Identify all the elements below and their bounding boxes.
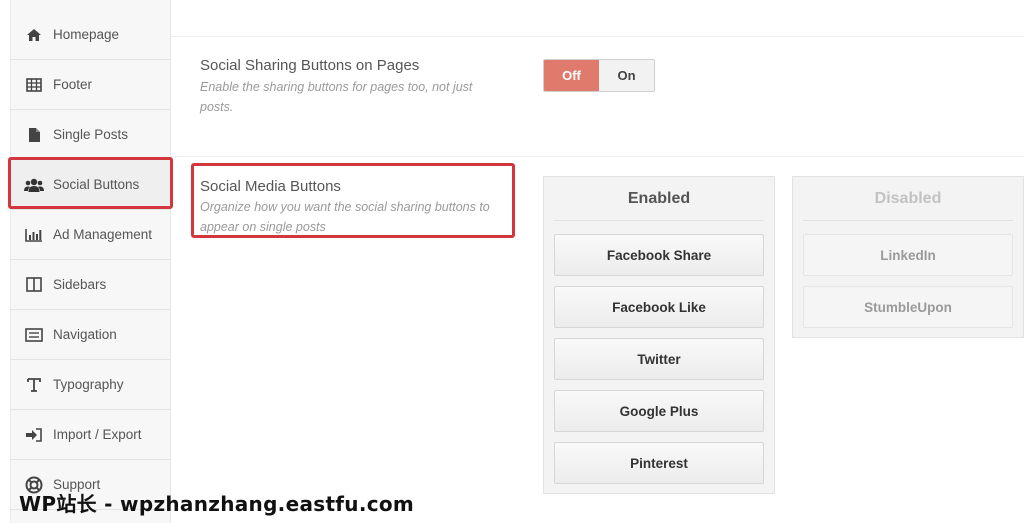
divider xyxy=(171,156,1024,157)
sharing-pages-description: Enable the sharing buttons for pages too… xyxy=(200,80,473,114)
sidebar-item-ad-management[interactable]: Ad Management xyxy=(11,210,171,260)
sidebar-item-label: Ad Management xyxy=(53,227,153,242)
toggle-off-option[interactable]: Off xyxy=(544,60,599,91)
settings-main: Social Sharing Buttons on Pages Enable t… xyxy=(171,0,1024,523)
social-button-linkedin[interactable]: LinkedIn xyxy=(803,234,1013,276)
sign-in-icon xyxy=(24,425,44,445)
table-icon xyxy=(24,75,44,95)
home-icon xyxy=(24,25,44,45)
sidebar-item-label: Typography xyxy=(53,377,124,392)
sharing-pages-toggle[interactable]: Off On xyxy=(543,59,655,92)
sidebar-item-typography[interactable]: Typography xyxy=(11,360,171,410)
sidebar-item-single-posts[interactable]: Single Posts xyxy=(11,110,171,160)
sidebar-item-social-buttons[interactable]: Social Buttons xyxy=(11,160,171,210)
sidebar-item-label: Single Posts xyxy=(53,127,129,142)
sidebar-item-label: Navigation xyxy=(53,327,117,342)
enabled-heading: Enabled xyxy=(554,177,764,221)
text-icon xyxy=(24,375,44,395)
social-button-pinterest[interactable]: Pinterest xyxy=(554,442,764,484)
sidebar-item-footer[interactable]: Footer xyxy=(11,60,171,110)
sidebar-item-label: Footer xyxy=(53,77,93,92)
list-icon xyxy=(24,325,44,345)
sidebar-item-sidebars[interactable]: Sidebars xyxy=(11,260,171,310)
watermark-text: WP站长 - wpzhanzhang.eastfu.com xyxy=(19,492,415,516)
disabled-buttons-panel: Disabled LinkedIn StumbleUpon xyxy=(792,176,1024,338)
sidebar-item-label: Homepage xyxy=(53,27,120,42)
users-icon xyxy=(24,175,44,195)
sharing-pages-title: Social Sharing Buttons on Pages xyxy=(200,57,420,74)
media-buttons-title: Social Media Buttons xyxy=(200,178,341,195)
sidebar-item-label: Social Buttons xyxy=(53,177,140,192)
social-button-google-plus[interactable]: Google Plus xyxy=(554,390,764,432)
disabled-heading: Disabled xyxy=(803,177,1013,221)
bar-chart-icon xyxy=(24,225,44,245)
divider xyxy=(171,36,1024,37)
sidebar-item-navigation[interactable]: Navigation xyxy=(11,310,171,360)
sidebar-item-homepage[interactable]: Homepage xyxy=(11,10,171,60)
toggle-on-option[interactable]: On xyxy=(599,60,654,91)
file-icon xyxy=(24,125,44,145)
columns-icon xyxy=(24,275,44,295)
social-button-facebook-share[interactable]: Facebook Share xyxy=(554,234,764,276)
social-button-twitter[interactable]: Twitter xyxy=(554,338,764,380)
enabled-buttons-panel: Enabled Facebook Share Facebook Like Twi… xyxy=(543,176,775,494)
sidebar-item-label: Import / Export xyxy=(53,427,142,442)
social-button-facebook-like[interactable]: Facebook Like xyxy=(554,286,764,328)
media-buttons-description: Organize how you want the social sharing… xyxy=(200,200,490,234)
settings-sidebar: Homepage Footer Single Posts Social Butt… xyxy=(10,0,171,523)
sidebar-item-label: Sidebars xyxy=(53,277,107,292)
social-button-stumbleupon[interactable]: StumbleUpon xyxy=(803,286,1013,328)
sidebar-item-import-export[interactable]: Import / Export xyxy=(11,410,171,460)
